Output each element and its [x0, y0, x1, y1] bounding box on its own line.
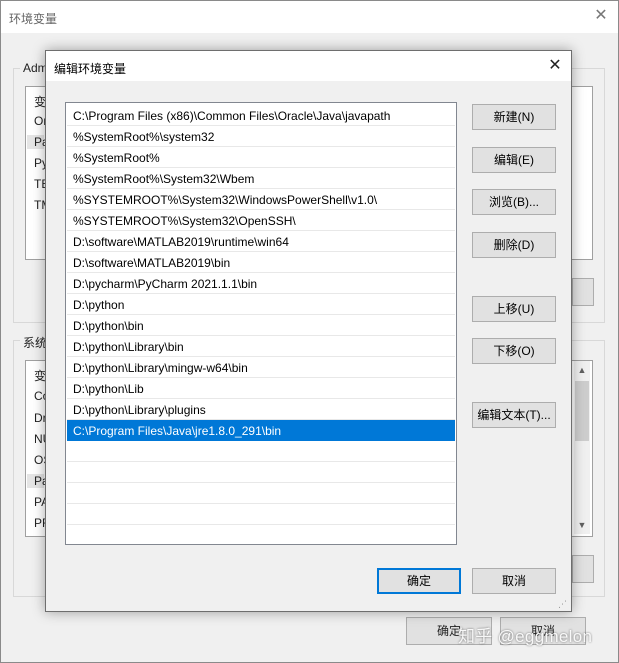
path-text: %SystemRoot%\System32\Wbem: [73, 172, 255, 186]
list-item[interactable]: D:\python\Library\plugins: [67, 399, 455, 420]
user-variables-button[interactable]: [572, 278, 594, 306]
path-text: %SystemRoot%\system32: [73, 130, 215, 144]
delete-button[interactable]: 删除(D): [472, 232, 556, 258]
list-item[interactable]: D:\pycharm\PyCharm 2021.1.1\bin: [67, 273, 455, 294]
bg-title-bar: [1, 1, 618, 33]
new-button[interactable]: 新建(N): [472, 104, 556, 130]
list-item[interactable]: D:\software\MATLAB2019\bin: [67, 252, 455, 273]
list-item-empty[interactable]: [67, 462, 455, 483]
list-item[interactable]: %SystemRoot%: [67, 147, 455, 168]
move-down-button[interactable]: 下移(O): [472, 338, 556, 364]
list-item[interactable]: D:\python\Lib: [67, 378, 455, 399]
path-text: D:\pycharm\PyCharm 2021.1.1\bin: [73, 277, 258, 291]
path-list[interactable]: C:\Program Files (x86)\Common Files\Orac…: [65, 102, 457, 545]
path-text: D:\python\Library\mingw-w64\bin: [73, 361, 248, 375]
browse-button[interactable]: 浏览(B)...: [472, 189, 556, 215]
scrollbar-thumb[interactable]: [575, 381, 589, 441]
list-item: Pa: [27, 474, 49, 488]
list-item[interactable]: D:\python: [67, 294, 455, 315]
list-item[interactable]: %SYSTEMROOT%\System32\WindowsPowerShell\…: [67, 189, 455, 210]
cancel-button[interactable]: 取消: [472, 568, 556, 594]
path-text: C:\Program Files\Java\jre1.8.0_291\bin: [73, 424, 282, 438]
path-text: D:\python\Library\plugins: [73, 403, 206, 417]
scroll-up-icon[interactable]: ▲: [574, 362, 590, 378]
list-item[interactable]: C:\Program Files (x86)\Common Files\Orac…: [67, 105, 455, 126]
close-icon[interactable]: ✕: [546, 57, 564, 75]
list-item[interactable]: D:\software\MATLAB2019\runtime\win64: [67, 231, 455, 252]
list-item[interactable]: %SystemRoot%\system32: [67, 126, 455, 147]
edit-text-button[interactable]: 编辑文本(T)...: [472, 402, 556, 428]
path-text: D:\python: [73, 298, 125, 312]
scroll-down-icon[interactable]: ▼: [574, 517, 590, 533]
move-up-button[interactable]: 上移(U): [472, 296, 556, 322]
list-item[interactable]: %SYSTEMROOT%\System32\OpenSSH\: [67, 210, 455, 231]
bg-window-title: 环境变量: [9, 12, 58, 26]
list-item-empty[interactable]: [67, 441, 455, 462]
list-item[interactable]: %SystemRoot%\System32\Wbem: [67, 168, 455, 189]
path-text: D:\python\Lib: [73, 382, 144, 396]
list-item[interactable]: D:\python\Library\bin: [67, 336, 455, 357]
path-text: %SystemRoot%: [73, 151, 160, 165]
path-text: D:\software\MATLAB2019\runtime\win64: [73, 235, 289, 249]
path-text: D:\software\MATLAB2019\bin: [73, 256, 231, 270]
list-item[interactable]: D:\python\Library\mingw-w64\bin: [67, 357, 455, 378]
list-item: Pa: [27, 135, 49, 149]
list-item[interactable]: D:\python\bin: [67, 315, 455, 336]
bg-close-icon[interactable]: ✕: [592, 7, 610, 25]
edit-environment-variable-dialog: 编辑环境变量 ✕ C:\Program Files (x86)\Common F…: [45, 50, 572, 612]
path-text: D:\python\Library\bin: [73, 340, 184, 354]
watermark: 知乎 @eggmelon: [458, 627, 593, 646]
list-item-selected[interactable]: C:\Program Files\Java\jre1.8.0_291\bin: [67, 420, 455, 441]
path-text: D:\python\bin: [73, 319, 144, 333]
dialog-title: 编辑环境变量: [54, 62, 127, 76]
path-text: %SYSTEMROOT%\System32\OpenSSH\: [73, 214, 296, 228]
resize-grip-icon[interactable]: ⋰: [558, 599, 568, 609]
path-text: %SYSTEMROOT%\System32\WindowsPowerShell\…: [73, 193, 378, 207]
list-item-empty[interactable]: [67, 483, 455, 504]
path-text: C:\Program Files (x86)\Common Files\Orac…: [73, 109, 391, 123]
edit-button[interactable]: 编辑(E): [472, 147, 556, 173]
system-variables-button[interactable]: [572, 555, 594, 583]
ok-button[interactable]: 确定: [377, 568, 461, 594]
list-item-empty[interactable]: [67, 504, 455, 525]
